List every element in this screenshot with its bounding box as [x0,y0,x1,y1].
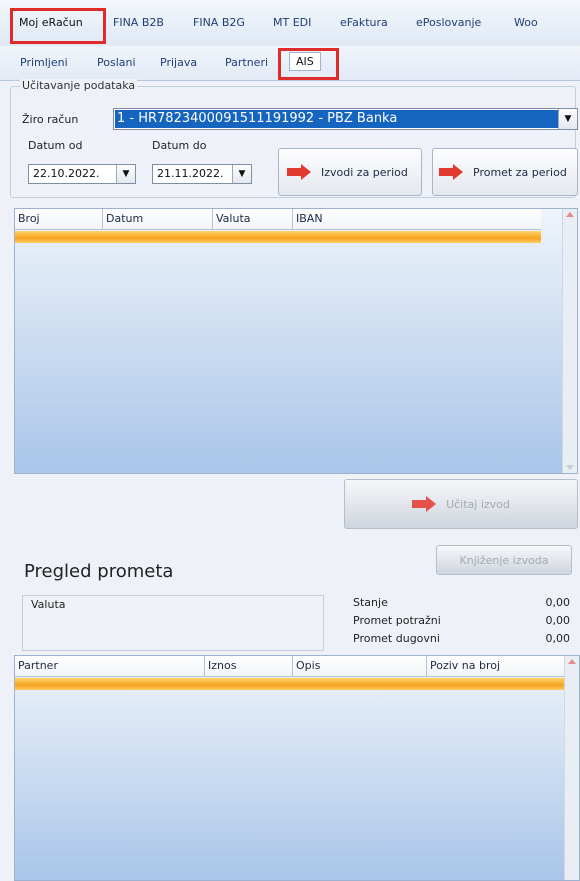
scroll-up-icon[interactable] [568,659,576,664]
highlight-ais [278,48,339,80]
statements-grid-header: Broj Datum Valuta IBAN [15,209,541,230]
valuta-box: Valuta [22,595,324,651]
selected-row-bar[interactable] [15,678,567,690]
arrow-right-icon [439,164,467,180]
arrow-right-icon [287,164,315,180]
date-to-label: Datum do [152,139,207,152]
column-header-broj[interactable]: Broj [15,209,103,229]
turnover-for-period-button[interactable]: Promet za period [432,148,578,196]
load-statement-label: Učitaj izvod [446,497,510,511]
tab-fina-b2g[interactable]: FINA B2G [193,14,245,32]
chevron-down-icon[interactable]: ▼ [116,165,135,183]
account-label: Žiro račun [22,113,79,126]
subtab-partneri[interactable]: Partneri [225,56,268,69]
column-header-iznos[interactable]: Iznos [205,656,293,676]
turnover-title: Pregled prometa [24,561,174,582]
account-select[interactable]: 1 - HR7823400091511191992 - PBZ Banka ▼ [113,108,578,130]
statements-grid[interactable]: Broj Datum Valuta IBAN [14,208,578,474]
turnover-grid[interactable]: Partner Iznos Opis Poziv na broj [14,655,580,881]
statements-for-period-label: Izvodi za period [321,165,408,179]
vertical-scrollbar[interactable] [564,656,579,880]
balance-label: Stanje [353,596,388,609]
scroll-up-icon[interactable] [566,212,574,217]
credit-turnover-value: 0,00 [545,614,571,627]
date-to-picker[interactable]: 21.11.2022. ▼ [152,164,252,184]
arrow-right-icon [412,496,440,512]
tab-eposlovanje[interactable]: ePoslovanje [416,14,481,32]
loading-group-legend: Učitavanje podataka [20,79,138,92]
post-statement-label: Knjiženje izvoda [459,553,549,567]
scroll-down-icon[interactable] [566,465,574,470]
vertical-scrollbar[interactable] [562,209,577,473]
load-statement-button[interactable]: Učitaj izvod [344,479,578,529]
column-header-valuta[interactable]: Valuta [213,209,293,229]
column-header-poziv-na-broj[interactable]: Poziv na broj [427,656,567,676]
selected-row-bar[interactable] [15,231,541,243]
highlight-moj-eracun [10,8,106,44]
post-statement-button[interactable]: Knjiženje izvoda [436,545,572,575]
chevron-down-icon[interactable]: ▼ [558,109,577,129]
chevron-down-icon[interactable]: ▼ [232,165,251,183]
column-header-datum[interactable]: Datum [103,209,213,229]
tab-fina-b2b[interactable]: FINA B2B [113,14,164,32]
tab-efaktura[interactable]: eFaktura [340,14,388,32]
subtab-prijava[interactable]: Prijava [160,56,197,69]
turnover-for-period-label: Promet za period [473,165,567,179]
turnover-grid-header: Partner Iznos Opis Poziv na broj [15,656,567,677]
subtab-poslani[interactable]: Poslani [97,56,136,69]
tab-woo[interactable]: Woo [514,14,538,32]
column-header-iban[interactable]: IBAN [293,209,541,229]
balance-value: 0,00 [545,596,571,609]
column-header-opis[interactable]: Opis [293,656,427,676]
date-from-value: 22.10.2022. [33,167,100,180]
date-from-picker[interactable]: 22.10.2022. ▼ [28,164,136,184]
date-to-value: 21.11.2022. [157,167,224,180]
tab-mt-edi[interactable]: MT EDI [273,14,311,32]
credit-turnover-label: Promet potražni [353,614,441,627]
debit-turnover-value: 0,00 [545,632,571,645]
valuta-label: Valuta [31,598,66,611]
subtab-primljeni[interactable]: Primljeni [20,56,68,69]
statements-for-period-button[interactable]: Izvodi za period [278,148,422,196]
debit-turnover-label: Promet dugovni [353,632,440,645]
account-selected-value: 1 - HR7823400091511191992 - PBZ Banka [115,110,558,128]
date-from-label: Datum od [28,139,83,152]
column-header-partner[interactable]: Partner [15,656,205,676]
